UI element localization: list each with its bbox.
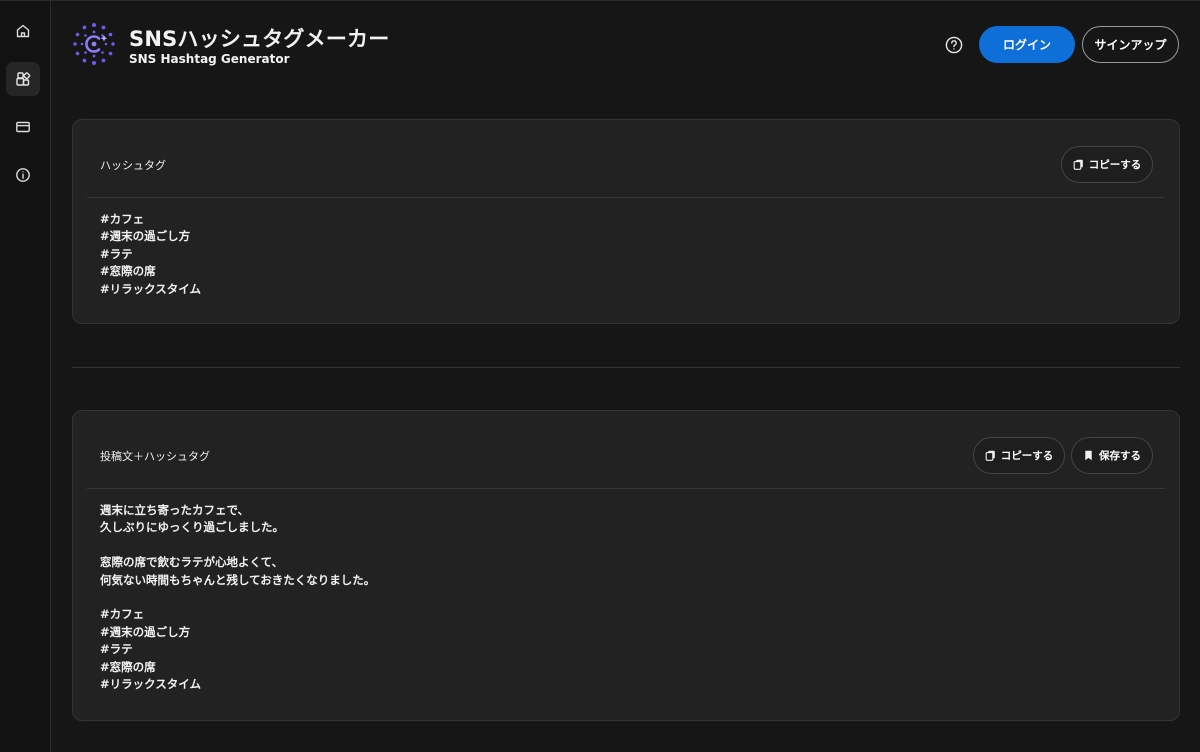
signup-button[interactable]: サインアップ bbox=[1082, 26, 1179, 63]
card-icon bbox=[16, 121, 30, 133]
hashtag-copy-label: コピーする bbox=[1088, 159, 1142, 171]
page-subtitle: SNS Hashtag Generator bbox=[129, 52, 290, 66]
sidebar bbox=[0, 0, 51, 752]
app-header: SNSハッシュタグメーカー SNS Hashtag Generator ログイン… bbox=[51, 0, 1200, 90]
hashtag-card-divider bbox=[87, 197, 1165, 198]
post-card-label: 投稿文＋ハッシュタグ bbox=[100, 450, 210, 463]
post-card: 投稿文＋ハッシュタグ コピーする 保存する 週末に立ち寄ったカフェで、 久しぶり… bbox=[72, 410, 1180, 721]
info-icon bbox=[16, 168, 30, 182]
hashtag-copy-button[interactable]: コピーする bbox=[1061, 146, 1153, 183]
logo-icon bbox=[73, 23, 115, 65]
hashtag-card-label: ハッシュタグ bbox=[100, 159, 166, 172]
apps-icon bbox=[16, 72, 31, 86]
post-copy-label: コピーする bbox=[1000, 450, 1054, 462]
post-copy-button[interactable]: コピーする bbox=[973, 437, 1065, 474]
sidebar-item-card[interactable] bbox=[6, 110, 40, 144]
hashtag-card-header: ハッシュタグ コピーする bbox=[73, 120, 1179, 197]
hashtag-content: #カフェ #週末の過ごし方 #ラテ #窓際の席 #リラックスタイム bbox=[100, 212, 202, 296]
copy-icon bbox=[985, 450, 995, 461]
save-button[interactable]: 保存する bbox=[1071, 437, 1153, 474]
login-button[interactable]: ログイン bbox=[979, 26, 1075, 63]
copy-icon bbox=[1073, 159, 1083, 170]
post-card-divider bbox=[87, 488, 1165, 489]
sidebar-item-apps[interactable] bbox=[6, 62, 40, 96]
post-content: 週末に立ち寄ったカフェで、 久しぶりにゆっくり過ごしました。 窓際の席で飲むラテ… bbox=[100, 503, 376, 692]
bookmark-icon bbox=[1085, 450, 1092, 461]
section-divider bbox=[72, 367, 1180, 368]
sidebar-item-home[interactable] bbox=[6, 14, 40, 48]
hashtag-card: ハッシュタグ コピーする #カフェ #週末の過ごし方 #ラテ #窓際の席 #リラ… bbox=[72, 119, 1180, 324]
page-title: SNSハッシュタグメーカー bbox=[129, 27, 390, 51]
help-icon[interactable] bbox=[944, 35, 964, 55]
home-icon bbox=[16, 24, 30, 38]
save-label: 保存する bbox=[1099, 450, 1141, 462]
sidebar-item-info[interactable] bbox=[6, 158, 40, 192]
post-card-header: 投稿文＋ハッシュタグ コピーする 保存する bbox=[73, 411, 1179, 488]
